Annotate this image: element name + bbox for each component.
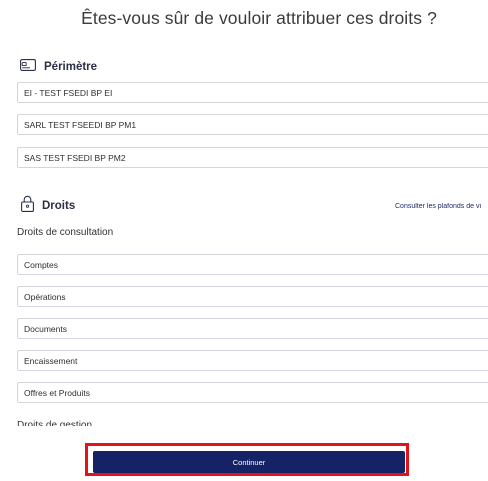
droits-header: Droits — [21, 195, 76, 217]
droit-item-offres: Offres et Produits — [17, 382, 488, 403]
consulter-plafonds-link[interactable]: Consulter les plafonds de vi — [395, 203, 488, 210]
perimetre-header: Périmètre — [20, 57, 97, 77]
droits-heading: Droits — [42, 200, 76, 212]
gestion-heading: Droits de gestion — [17, 420, 93, 426]
card-icon — [20, 58, 36, 76]
consultation-heading: Droits de consultation — [17, 227, 114, 238]
droit-item-comptes: Comptes — [17, 254, 488, 275]
droit-item-documents: Documents — [17, 318, 488, 339]
perimetre-heading: Périmètre — [44, 61, 98, 73]
lock-icon — [21, 195, 34, 217]
droit-item-operations: Opérations — [17, 286, 488, 307]
continue-button[interactable]: Continuer — [93, 451, 405, 473]
perimetre-item: SAS TEST FSEDI BP PM2 — [17, 147, 488, 168]
dialog-title: Êtes-vous sûr de vouloir attribuer ces d… — [81, 8, 437, 28]
droit-item-encaissement: Encaissement — [17, 350, 488, 371]
perimetre-item: EI - TEST FSEDI BP EI — [17, 82, 488, 103]
perimetre-item: SARL TEST FSEEDI BP PM1 — [17, 114, 488, 135]
